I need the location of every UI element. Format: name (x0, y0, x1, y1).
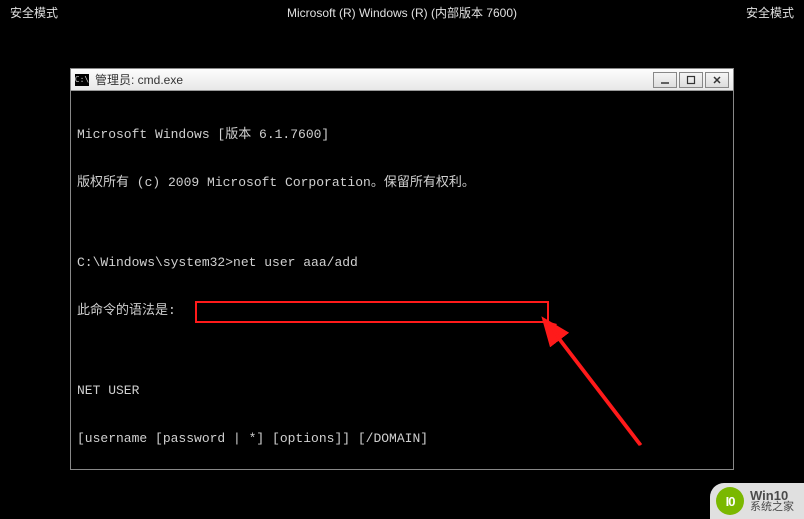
term-line: Microsoft Windows [版本 6.1.7600] (77, 127, 727, 143)
titlebar[interactable]: C:\ 管理员: cmd.exe (71, 69, 733, 91)
minimize-button[interactable] (653, 72, 677, 88)
close-button[interactable] (705, 72, 729, 88)
term-line: C:\Windows\system32>net user aaa/add (77, 255, 727, 271)
cmd-window: C:\ 管理员: cmd.exe Microsoft Windows [版本 6… (70, 68, 734, 470)
cmd-icon: C:\ (75, 74, 89, 86)
term-line: [username [password | *] [options]] [/DO… (77, 431, 727, 447)
window-title: 管理员: cmd.exe (95, 71, 653, 88)
watermark-logo-icon: I0 (716, 487, 744, 515)
window-controls (653, 72, 729, 88)
maximize-button[interactable] (679, 72, 703, 88)
annotation-arrow-icon (71, 91, 733, 469)
term-line: 此命令的语法是: (77, 303, 727, 319)
safe-mode-left: 安全模式 (10, 4, 58, 21)
safe-mode-header: 安全模式 Microsoft (R) Windows (R) (内部版本 760… (0, 4, 804, 21)
term-line: NET USER (77, 383, 727, 399)
watermark-line2: 系统之家 (750, 502, 794, 513)
terminal-output[interactable]: Microsoft Windows [版本 6.1.7600] 版权所有 (c)… (71, 91, 733, 469)
watermark-text: Win10 系统之家 (750, 489, 794, 513)
safe-mode-right: 安全模式 (746, 4, 794, 21)
term-line: 版权所有 (c) 2009 Microsoft Corporation。保留所有… (77, 175, 727, 191)
watermark: I0 Win10 系统之家 (710, 483, 804, 519)
windows-build-label: Microsoft (R) Windows (R) (内部版本 7600) (287, 4, 517, 21)
